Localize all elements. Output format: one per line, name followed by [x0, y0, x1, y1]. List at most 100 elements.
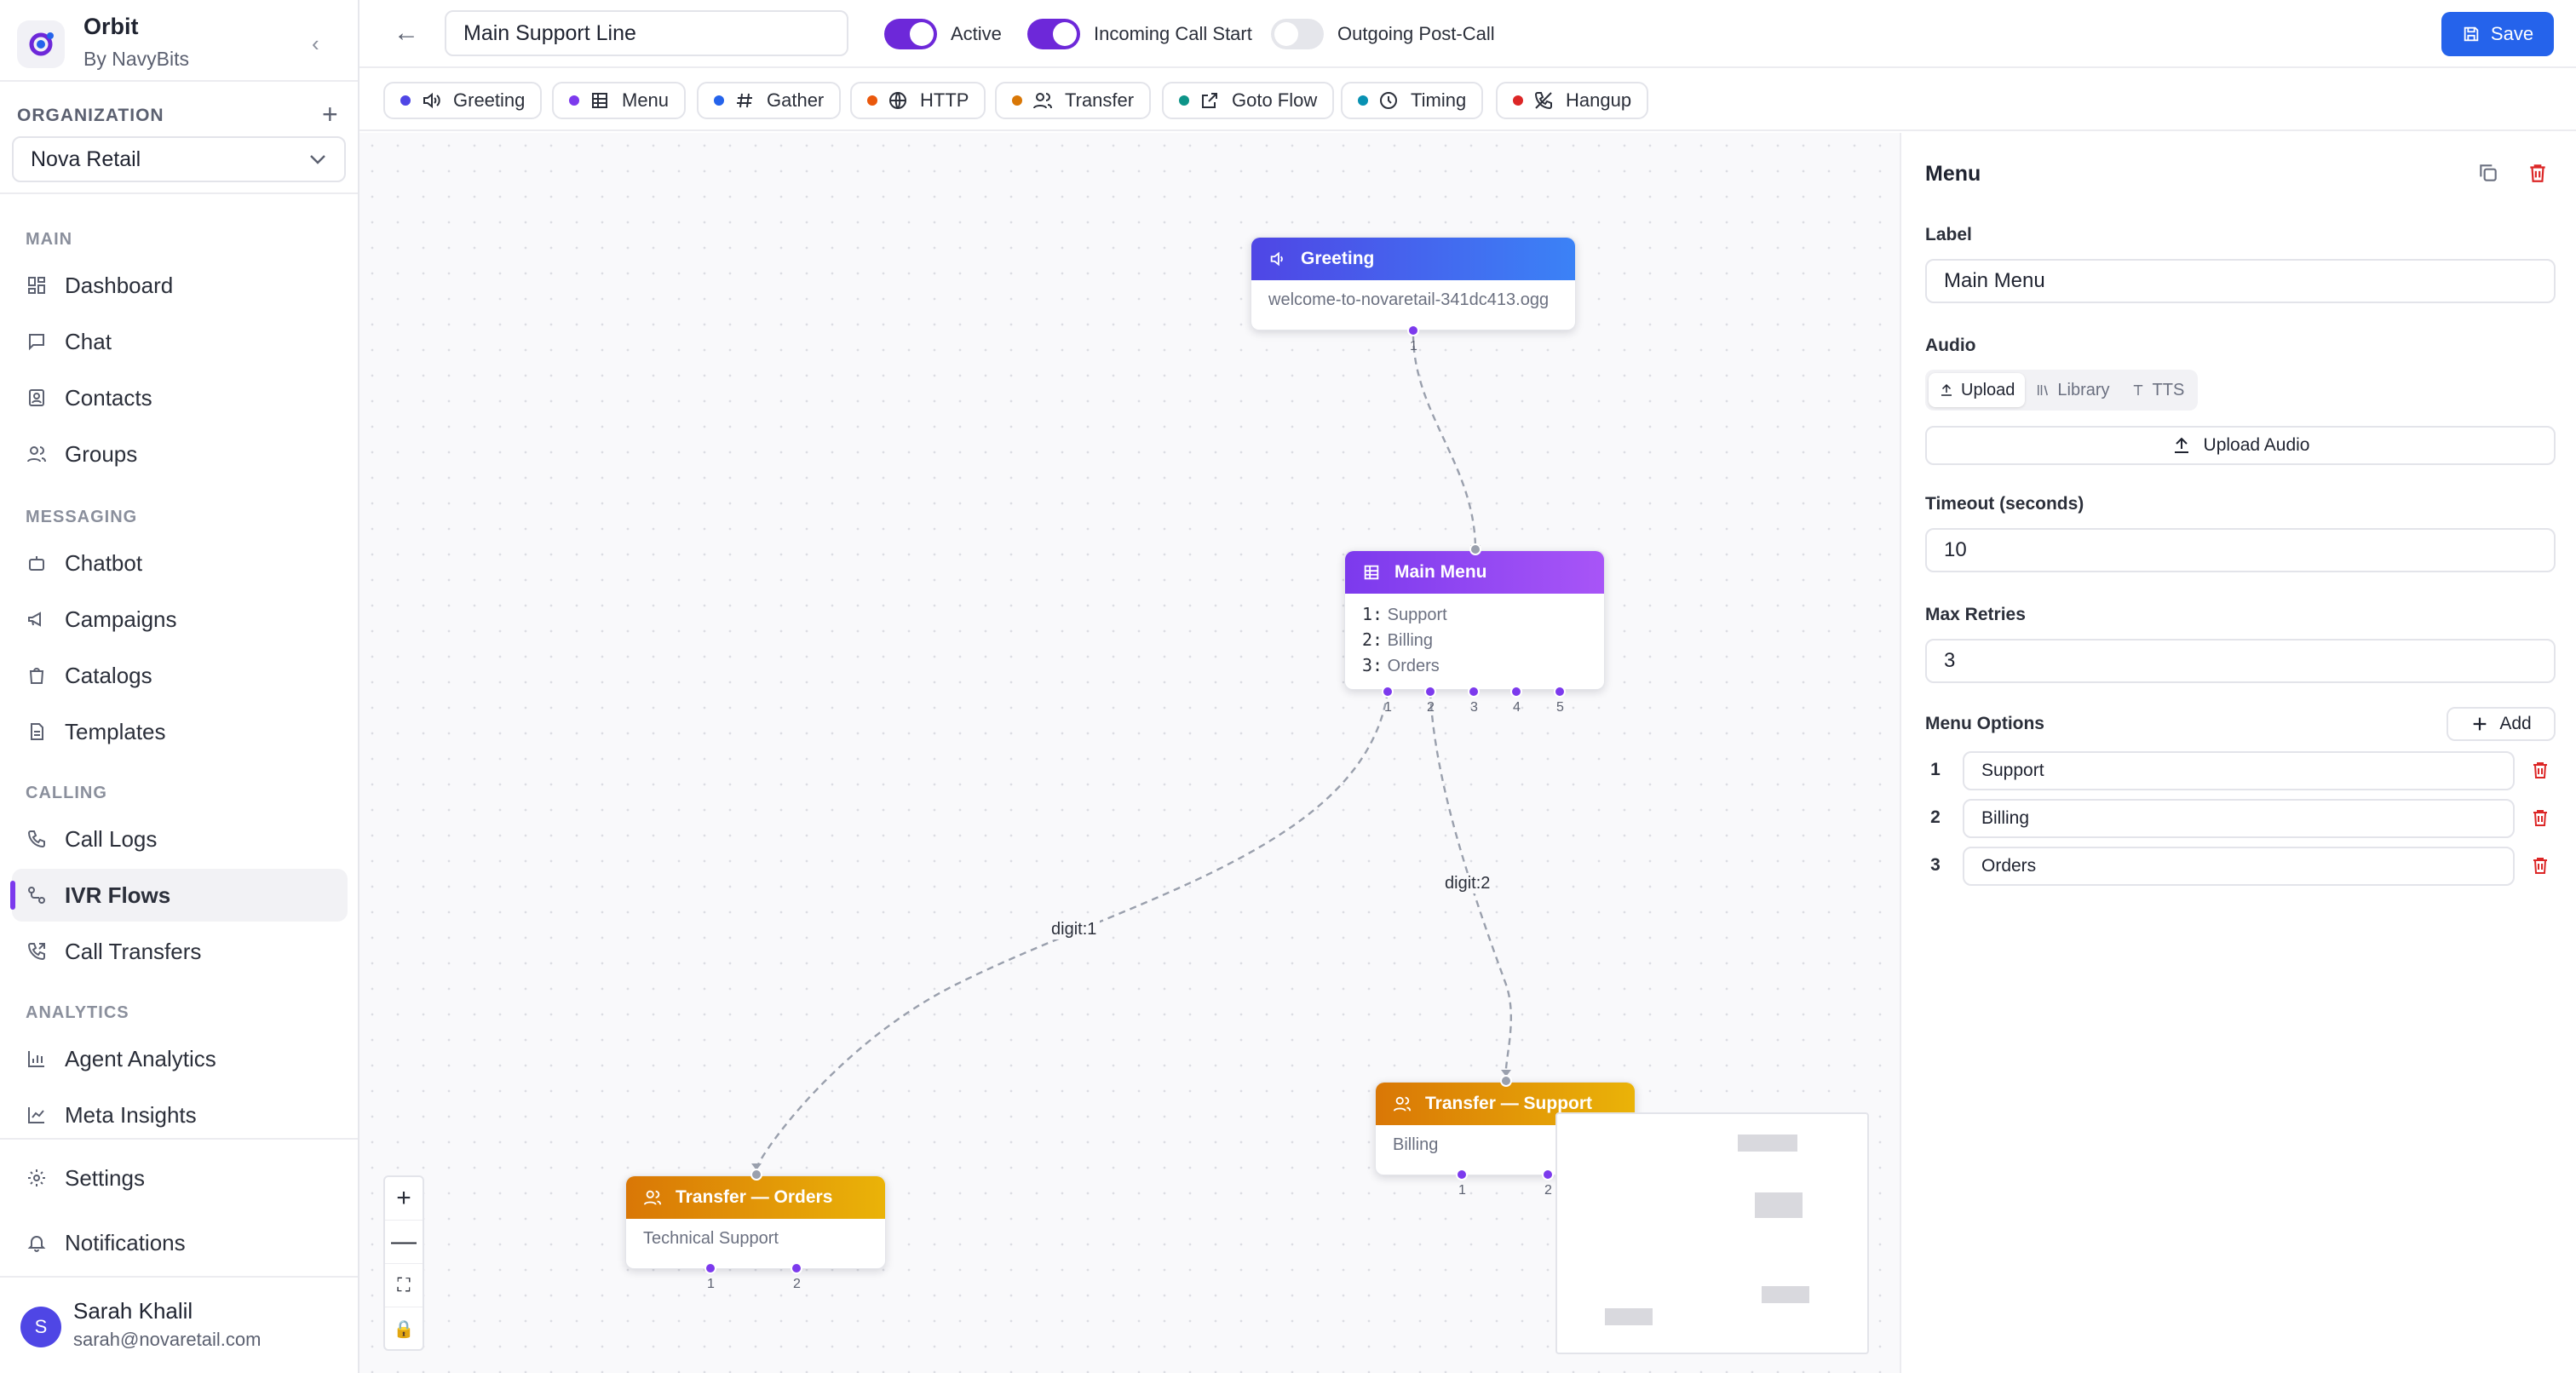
- sidebar-item-catalogs[interactable]: Catalogs: [12, 649, 348, 702]
- duplicate-icon[interactable]: [2477, 162, 2499, 188]
- palette-transfer[interactable]: Transfer: [995, 82, 1152, 119]
- palette-label: Gather: [767, 89, 825, 111]
- save-label: Save: [2490, 23, 2534, 44]
- output-label: 2: [1544, 1183, 1552, 1198]
- option-input[interactable]: [1963, 799, 2515, 838]
- back-arrow-icon[interactable]: ←: [394, 19, 419, 48]
- input-handle[interactable]: [1500, 1075, 1512, 1087]
- sidebar-item-chatbot[interactable]: Chatbot: [12, 537, 348, 589]
- tab-library[interactable]: Library: [2025, 373, 2119, 407]
- toggle-switch[interactable]: [1271, 19, 1324, 49]
- node-transfer-orders[interactable]: Transfer — Orders Technical Support: [625, 1175, 886, 1269]
- node-title: Transfer — Orders: [676, 1187, 833, 1207]
- lock-button[interactable]: 🔒: [385, 1307, 423, 1351]
- palette-hangup[interactable]: Hangup: [1496, 82, 1649, 119]
- output-handle[interactable]: [1510, 686, 1522, 698]
- toggle-switch[interactable]: [1027, 19, 1080, 49]
- output-handle[interactable]: [1542, 1169, 1554, 1181]
- sidebar-item-chat[interactable]: Chat: [12, 315, 348, 368]
- output-handle[interactable]: [704, 1262, 716, 1274]
- menu-option-row: 1: Support: [1362, 604, 1447, 624]
- add-organization-icon[interactable]: +: [322, 101, 338, 128]
- output-handle[interactable]: [1554, 686, 1566, 698]
- grid-icon: [1362, 563, 1381, 582]
- sidebar-item-settings[interactable]: Settings: [12, 1152, 348, 1204]
- sidebar-item-meta-insights[interactable]: Meta Insights: [12, 1089, 348, 1141]
- toggle-switch[interactable]: [884, 19, 937, 49]
- palette-menu[interactable]: Menu: [552, 82, 687, 119]
- sidebar-item-label: Templates: [65, 718, 166, 744]
- toggle-incoming-call-start[interactable]: Incoming Call Start: [1027, 17, 1252, 51]
- node-title: Greeting: [1301, 249, 1375, 268]
- sidebar-item-templates[interactable]: Templates: [12, 705, 348, 758]
- tab-upload[interactable]: Upload: [1929, 373, 2026, 407]
- node-header: Transfer — Orders: [626, 1176, 885, 1219]
- sidebar-item-call-transfers[interactable]: Call Transfers: [12, 925, 348, 978]
- node-header: Main Menu: [1345, 551, 1604, 594]
- trash-icon[interactable]: [2530, 807, 2550, 832]
- collapse-sidebar-icon[interactable]: ‹: [312, 31, 319, 57]
- minimap[interactable]: [1555, 1112, 1869, 1354]
- user-profile[interactable]: S Sarah Khalil sarah@novaretail.com: [0, 1276, 358, 1373]
- sidebar-item-groups[interactable]: Groups: [12, 428, 348, 480]
- zoom-out-button[interactable]: —: [385, 1221, 423, 1264]
- sidebar-item-dashboard[interactable]: Dashboard: [12, 259, 348, 312]
- palette-http[interactable]: HTTP: [850, 82, 986, 119]
- palette-greeting[interactable]: Greeting: [383, 82, 543, 119]
- output-handle[interactable]: [1382, 686, 1394, 698]
- trash-icon[interactable]: [2530, 855, 2550, 880]
- organization-select[interactable]: Nova Retail: [12, 136, 346, 182]
- upload-audio-button[interactable]: Upload Audio: [1925, 426, 2556, 465]
- output-handle[interactable]: [1407, 325, 1419, 336]
- template-icon: [26, 721, 48, 743]
- sidebar-item-campaigns[interactable]: Campaigns: [12, 593, 348, 646]
- save-button[interactable]: Save: [2441, 12, 2554, 56]
- input-handle[interactable]: [750, 1169, 762, 1181]
- sidebar-item-label: Chatbot: [65, 549, 143, 576]
- option-input[interactable]: [1963, 847, 2515, 886]
- sidebar-item-contacts[interactable]: Contacts: [12, 371, 348, 424]
- sidebar-item-label: Call Logs: [65, 825, 158, 852]
- toggle-outgoing-post-call[interactable]: Outgoing Post-Call: [1271, 17, 1495, 51]
- flow-canvas[interactable]: digit:1 digit:2 Greeting welcome-to-nova…: [359, 133, 1900, 1373]
- edge-greeting-to-menu: [1412, 333, 1477, 551]
- input-handle[interactable]: [1469, 543, 1481, 555]
- option-number: 2: [1930, 807, 1941, 827]
- option-input[interactable]: [1963, 751, 2515, 790]
- palette-timing[interactable]: Timing: [1341, 82, 1484, 119]
- palette-gather[interactable]: Gather: [697, 82, 842, 119]
- output-label: 4: [1513, 700, 1521, 715]
- external-link-icon: [1199, 90, 1220, 111]
- output-handle[interactable]: [1456, 1169, 1468, 1181]
- add-option-button[interactable]: Add: [2447, 707, 2556, 741]
- palette-goto-flow[interactable]: Goto Flow: [1162, 82, 1335, 119]
- output-handle[interactable]: [1468, 686, 1480, 698]
- sidebar-item-ivr-flows[interactable]: IVR Flows: [10, 869, 348, 922]
- node-main-menu[interactable]: Main Menu 1: Support 2: Billing 3: Order…: [1344, 550, 1605, 690]
- sidebar-item-label: Groups: [65, 440, 138, 467]
- max-retries-input[interactable]: [1925, 639, 2556, 683]
- sidebar-item-call-logs[interactable]: Call Logs: [12, 813, 348, 865]
- fit-view-button[interactable]: ⛶: [385, 1264, 423, 1307]
- flow-name-input[interactable]: [445, 10, 848, 56]
- flow-icon: [26, 884, 48, 906]
- toggle-label: Active: [951, 23, 1002, 44]
- label-input[interactable]: [1925, 259, 2556, 303]
- timeout-input[interactable]: [1925, 528, 2556, 572]
- output-label: 2: [793, 1277, 801, 1291]
- node-properties-panel: Menu Label Audio Upload Library TTS Uplo…: [1900, 133, 2576, 1373]
- output-handle[interactable]: [791, 1262, 802, 1274]
- tab-tts[interactable]: TTS: [2120, 373, 2195, 407]
- node-greeting[interactable]: Greeting welcome-to-novaretail-341dc413.…: [1251, 237, 1576, 330]
- users-icon: [1032, 90, 1053, 111]
- menu-options-label: Menu Options: [1925, 714, 2044, 733]
- chevron-down-icon: [310, 155, 325, 164]
- trash-icon[interactable]: [2530, 760, 2550, 784]
- zoom-in-button[interactable]: +: [385, 1177, 423, 1221]
- output-label: 2: [1427, 700, 1435, 715]
- sidebar-item-notifications[interactable]: Notifications: [12, 1216, 348, 1269]
- sidebar-item-agent-analytics[interactable]: Agent Analytics: [12, 1032, 348, 1085]
- trash-icon[interactable]: [2527, 162, 2549, 188]
- output-handle[interactable]: [1424, 686, 1436, 698]
- toggle-active[interactable]: Active: [884, 17, 1002, 51]
